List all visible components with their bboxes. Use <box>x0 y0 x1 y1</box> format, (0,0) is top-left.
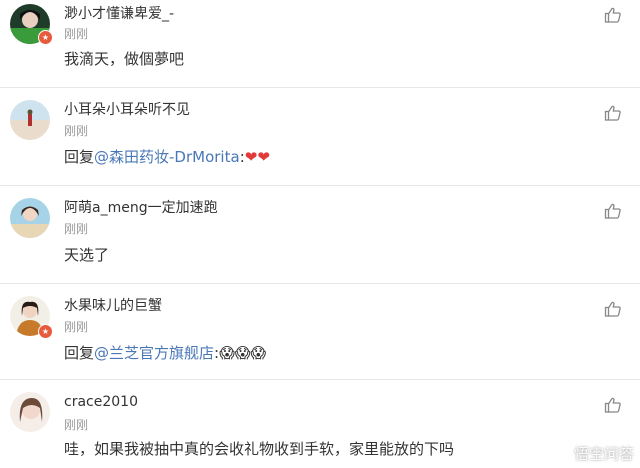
comment-item: ★ 水果味儿的巨蟹 刚刚 回复@兰芝官方旗舰店:😱😱😱 <box>0 284 640 380</box>
comment-text: 天选了 <box>64 246 110 264</box>
username[interactable]: 渺小才懂谦卑爱_- <box>64 3 174 23</box>
mention-link[interactable]: @森田药妆-DrMorita <box>94 148 240 166</box>
heart-emoji: ❤❤ <box>244 148 270 166</box>
wukong-logo-icon <box>552 445 570 463</box>
verified-badge-icon: ★ <box>38 30 53 45</box>
reply-prefix: 回复 <box>64 148 95 166</box>
timestamp: 刚刚 <box>64 222 89 236</box>
scream-emoji: 😱😱😱 <box>219 344 267 362</box>
avatar[interactable] <box>10 198 50 238</box>
username[interactable]: 小耳朵小耳朵听不见 <box>64 99 190 119</box>
timestamp: 刚刚 <box>64 27 89 41</box>
timestamp: 刚刚 <box>64 124 89 138</box>
wukong-watermark: 悟空问答 <box>552 443 634 464</box>
comment-text: 我滴天，做個夢吧 <box>64 50 185 68</box>
comment-text: 哇，如果我被抽中真的会收礼物收到手软，家里能放的下吗 <box>64 440 455 458</box>
thumbs-up-icon[interactable] <box>604 202 622 220</box>
avatar[interactable] <box>10 392 50 432</box>
timestamp: 刚刚 <box>64 320 89 334</box>
reply-prefix: 回复 <box>64 344 95 362</box>
verified-badge-icon: ★ <box>38 324 53 339</box>
username[interactable]: crace2010 <box>64 394 138 410</box>
username[interactable]: 水果味儿的巨蟹 <box>64 295 162 315</box>
mention-link[interactable]: @兰芝官方旗舰店 <box>94 344 214 362</box>
comment-item: 阿萌a_meng一定加速跑 刚刚 天选了 <box>0 186 640 284</box>
comment-text: 回复@森田药妆-DrMorita:❤❤ <box>64 146 270 167</box>
comment-text: 回复@兰芝官方旗舰店:😱😱😱 <box>64 342 266 363</box>
watermark-text: 悟空问答 <box>573 445 634 463</box>
thumbs-up-icon[interactable] <box>604 396 622 414</box>
comment-item: 小耳朵小耳朵听不见 刚刚 回复@森田药妆-DrMorita:❤❤ <box>0 88 640 186</box>
avatar[interactable] <box>10 100 50 140</box>
comment-item: ★ 渺小才懂谦卑爱_- 刚刚 我滴天，做個夢吧 <box>0 0 640 88</box>
thumbs-up-icon[interactable] <box>604 300 622 318</box>
thumbs-up-icon[interactable] <box>604 104 622 122</box>
thumbs-up-icon[interactable] <box>604 6 622 24</box>
timestamp: 刚刚 <box>64 418 89 432</box>
comment-item: crace2010 刚刚 哇，如果我被抽中真的会收礼物收到手软，家里能放的下吗 <box>0 380 640 468</box>
username[interactable]: 阿萌a_meng一定加速跑 <box>64 197 218 217</box>
